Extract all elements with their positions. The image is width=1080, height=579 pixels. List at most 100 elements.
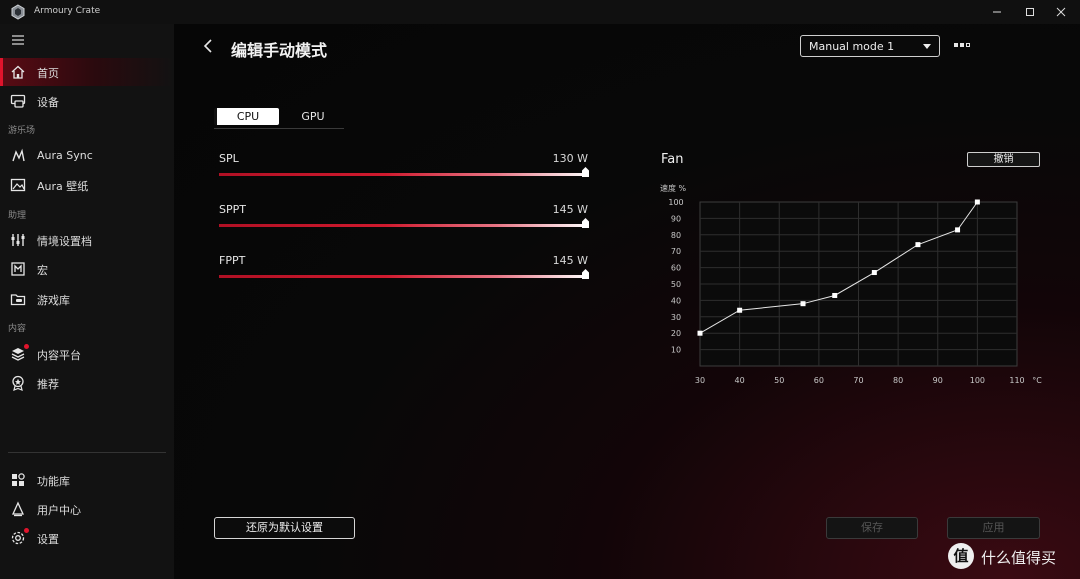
spl-slider-thumb[interactable]	[582, 167, 589, 177]
fan-curve-point[interactable]	[697, 330, 703, 336]
sidebar-item-user-center[interactable]: 用户中心	[0, 495, 174, 523]
sidebar-divider	[8, 452, 166, 453]
app-title: Armoury Crate	[34, 6, 101, 16]
x-tick-label: 30	[695, 376, 705, 385]
fan-title: Fan	[661, 152, 684, 167]
back-arrow-icon[interactable]	[202, 38, 214, 54]
fan-curve-point[interactable]	[915, 242, 921, 248]
sidebar: 首页 设备 游乐场 Aura Sync Aura 壁纸 助理 情境设置档 宏 游…	[0, 24, 174, 579]
sidebar-item-game-library[interactable]: 游戏库	[0, 285, 174, 313]
section-label: 内容	[8, 324, 27, 334]
scenario-profiles-icon	[11, 234, 25, 246]
y-axis-label: 速度 %	[660, 183, 687, 193]
y-tick-label: 70	[671, 247, 681, 256]
mode-select-dropdown[interactable]: Manual mode 1	[800, 35, 940, 57]
game-library-icon	[10, 294, 26, 306]
mode-select-value: Manual mode 1	[809, 40, 895, 53]
sidebar-item-feature-library[interactable]: 功能库	[0, 466, 174, 494]
fppt-slider[interactable]	[219, 269, 589, 279]
page-title: 编辑手动模式	[231, 41, 328, 60]
sppt-slider[interactable]	[219, 218, 589, 228]
notification-badge	[24, 344, 29, 349]
slider-label-sppt: SPPT	[219, 203, 246, 216]
section-label: 游乐场	[8, 126, 36, 136]
notification-badge	[24, 528, 29, 533]
sidebar-item-macro[interactable]: 宏	[0, 255, 174, 283]
device-icon	[10, 94, 26, 108]
aura-sync-icon	[12, 148, 25, 162]
sidebar-item-label: 功能库	[37, 475, 70, 488]
slider-value-spl: 130 W	[552, 152, 588, 165]
sidebar-item-settings[interactable]: 设置	[0, 524, 174, 552]
sidebar-item-label: 设备	[37, 96, 59, 109]
sidebar-item-label: Aura Sync	[37, 149, 93, 162]
slider-value-fppt: 145 W	[552, 254, 588, 267]
spl-slider[interactable]	[219, 167, 589, 177]
content-platform-icon	[11, 348, 25, 361]
sidebar-item-label: 宏	[37, 264, 48, 277]
sidebar-item-devices[interactable]: 设备	[0, 87, 174, 115]
fan-curve-point[interactable]	[871, 270, 877, 276]
sidebar-item-aura-sync[interactable]: Aura Sync	[0, 142, 174, 170]
x-tick-label: 60	[814, 376, 824, 385]
sidebar-item-label: 设置	[37, 533, 59, 546]
sidebar-item-label: Aura 壁纸	[37, 180, 89, 193]
sidebar-item-scenario-profiles[interactable]: 情境设置档	[0, 226, 174, 254]
x-tick-label: 110	[1009, 376, 1024, 385]
fan-curve-point[interactable]	[832, 292, 838, 298]
fan-curve-point[interactable]	[800, 301, 806, 307]
x-tick-label: 80	[893, 376, 903, 385]
tab-gpu[interactable]: GPU	[284, 108, 342, 125]
sidebar-item-label: 用户中心	[37, 504, 81, 517]
sidebar-item-aura-wallpaper[interactable]: Aura 壁纸	[0, 171, 174, 199]
title-bar: Armoury Crate	[0, 0, 1080, 24]
user-center-icon	[11, 501, 25, 517]
sppt-slider-thumb[interactable]	[582, 218, 589, 228]
apply-button[interactable]: 应用	[947, 517, 1040, 539]
home-icon	[11, 65, 25, 79]
close-button[interactable]	[1048, 3, 1074, 21]
fan-curve-point[interactable]	[974, 199, 980, 205]
sidebar-item-label: 首页	[37, 67, 59, 80]
settings-icon	[11, 531, 25, 545]
wallpaper-icon	[10, 178, 26, 192]
tab-cpu[interactable]: CPU	[214, 108, 279, 125]
y-tick-label: 40	[671, 296, 681, 305]
sidebar-item-home[interactable]: 首页	[0, 58, 174, 86]
chevron-down-icon	[923, 44, 931, 49]
y-tick-label: 10	[671, 346, 681, 355]
fan-curve-point[interactable]	[955, 227, 961, 233]
y-tick-label: 80	[671, 231, 681, 240]
save-button[interactable]: 保存	[826, 517, 918, 539]
fan-curve-point[interactable]	[737, 307, 743, 313]
x-tick-label: 40	[735, 376, 745, 385]
y-tick-label: 60	[671, 264, 681, 273]
close-icon	[1056, 7, 1066, 17]
featured-icon	[12, 375, 24, 391]
y-tick-label: 20	[671, 329, 681, 338]
more-options-icon[interactable]	[954, 42, 972, 48]
slider-value-sppt: 145 W	[552, 203, 588, 216]
y-tick-label: 30	[671, 313, 681, 322]
minimize-icon	[993, 11, 1001, 13]
section-label: 助理	[8, 211, 27, 221]
hamburger-menu-icon[interactable]	[11, 34, 25, 46]
armoury-crate-logo-icon	[11, 4, 25, 20]
x-axis-label: °C	[1032, 376, 1042, 385]
fan-curve-chart[interactable]: 30 40 50 60 70 80 90 100 110 10 20 30 40 50 60 70 80 90 10…	[654, 180, 1054, 396]
feature-library-icon	[12, 473, 25, 486]
maximize-icon	[1026, 8, 1034, 16]
sidebar-item-featured[interactable]: 推荐	[0, 369, 174, 397]
watermark-text: 什么值得买	[981, 549, 1057, 567]
maximize-button[interactable]	[1017, 3, 1043, 21]
reset-default-button[interactable]: 还原为默认设置	[214, 517, 355, 539]
undo-button[interactable]: 撤销	[967, 152, 1040, 167]
main-panel: 编辑手动模式 Manual mode 1 CPU GPU SPL 130 W S…	[174, 24, 1080, 579]
minimize-button[interactable]	[984, 3, 1010, 21]
fppt-slider-thumb[interactable]	[582, 269, 589, 279]
sidebar-item-label: 游戏库	[37, 294, 70, 307]
watermark-badge: 值	[948, 543, 974, 569]
x-tick-label: 90	[933, 376, 943, 385]
sidebar-item-content-platform[interactable]: 内容平台	[0, 340, 174, 368]
slider-label-spl: SPL	[219, 152, 239, 165]
